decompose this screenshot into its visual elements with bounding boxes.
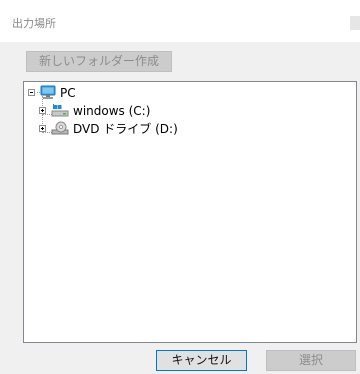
cancel-button[interactable]: キャンセル [156, 350, 247, 371]
expand-icon[interactable] [39, 107, 46, 114]
folder-tree[interactable]: PC windows (C:) DVD ドライブ (D:) [23, 81, 357, 343]
dvd-drive-icon [51, 121, 69, 140]
tree-node-dvd-drive[interactable]: DVD ドライブ (D:) [39, 121, 239, 137]
dialog-title: 出力場所 [12, 17, 56, 30]
computer-icon [40, 85, 56, 104]
windows-drive-icon [51, 103, 69, 122]
tree-node-pc[interactable]: PC [28, 85, 148, 101]
tree-node-windows-drive[interactable]: windows (C:) [39, 103, 219, 119]
tree-node-label: windows (C:) [73, 104, 151, 118]
collapse-icon[interactable] [28, 89, 35, 96]
tree-node-label: PC [60, 86, 76, 100]
select-button[interactable]: 選択 [266, 350, 356, 371]
title-bar: 出力場所 [0, 0, 360, 42]
tree-node-label: DVD ドライブ (D:) [73, 122, 178, 136]
title-bar-edge [350, 16, 360, 30]
output-location-dialog: 出力場所 新しいフォルダー作成 PC windows (C:) DVD ドライブ… [0, 0, 360, 374]
new-folder-button[interactable]: 新しいフォルダー作成 [26, 51, 172, 72]
expand-icon[interactable] [39, 125, 46, 132]
